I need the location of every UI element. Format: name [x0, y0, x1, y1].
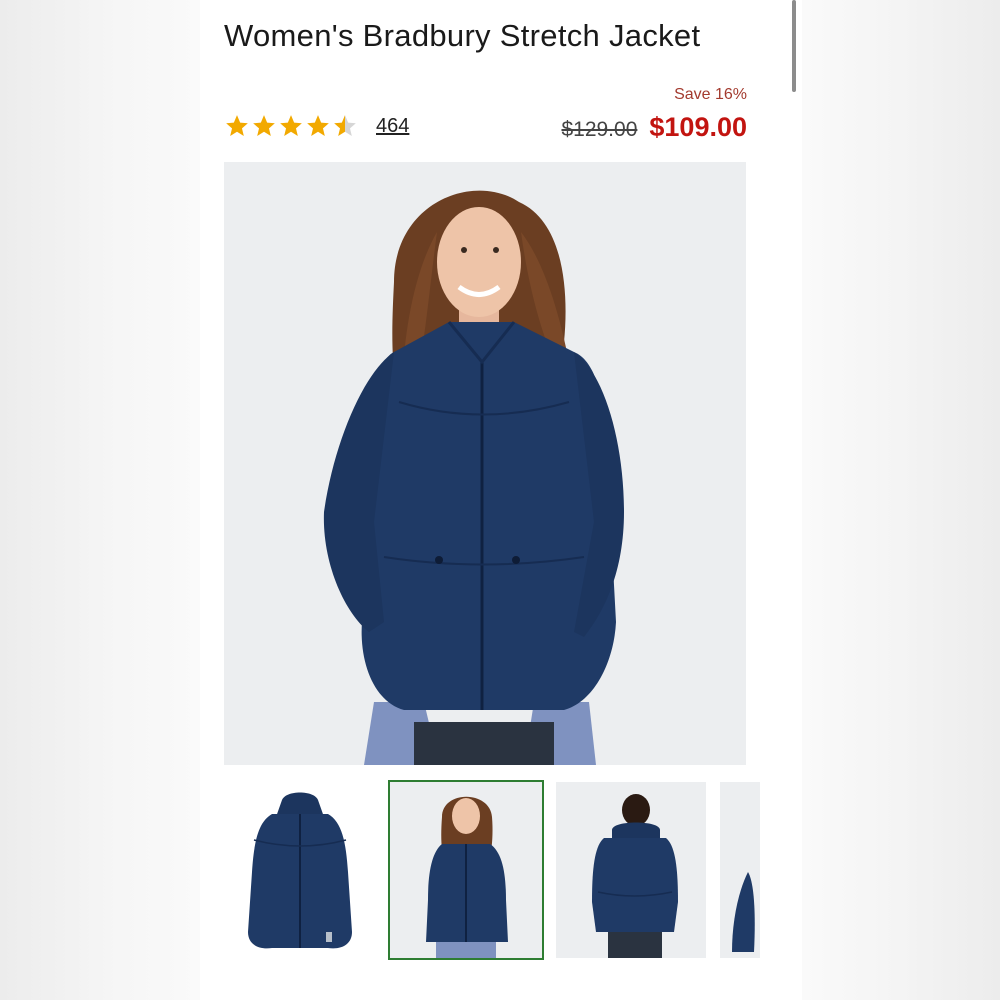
sale-price: $109.00 [649, 112, 747, 142]
thumbnail-1[interactable] [224, 782, 374, 958]
product-title: Women's Bradbury Stretch Jacket [224, 18, 701, 53]
star-rating [224, 113, 358, 139]
thumbnail-3[interactable] [556, 782, 706, 958]
star-icon [307, 115, 329, 136]
jacket-flat-image [224, 782, 374, 958]
star-icon [280, 115, 302, 136]
thumbnail-4[interactable] [720, 782, 760, 958]
original-price: $129.00 [561, 118, 638, 141]
jacket-model-front-image [224, 162, 746, 765]
price-row: $129.00 $109.00 [561, 112, 747, 143]
star-icon [253, 115, 275, 136]
jacket-model-front-image [390, 782, 542, 958]
page-scrollbar[interactable] [792, 0, 796, 92]
star-icon [226, 115, 248, 136]
thumbnail-2[interactable] [388, 780, 544, 960]
product-hero-image[interactable] [224, 162, 746, 765]
product-card: Women's Bradbury Stretch Jacket 464 Save… [200, 0, 802, 1000]
jacket-model-back-image [556, 782, 706, 958]
jacket-model-partial-image [720, 782, 760, 958]
rating-row[interactable]: 464 [224, 110, 409, 142]
review-count-link[interactable]: 464 [376, 115, 409, 138]
save-percent-label: Save 16% [674, 86, 747, 103]
half-star-icon [334, 115, 356, 136]
